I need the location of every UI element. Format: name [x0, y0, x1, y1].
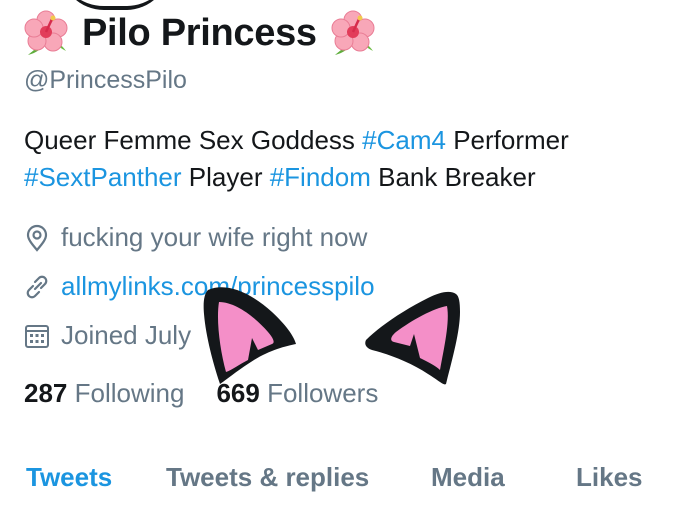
bio-text: Player [181, 162, 270, 192]
following-stat[interactable]: 287 Following [24, 378, 184, 409]
tab-tweets[interactable]: Tweets [26, 462, 112, 493]
hibiscus-icon [329, 9, 377, 57]
location-text: fucking your wife right now [61, 222, 368, 252]
hashtag-link[interactable]: #Findom [270, 162, 371, 192]
profile-location: fucking your wife right now [22, 222, 367, 253]
followers-stat[interactable]: 669 Followers [216, 378, 378, 409]
profile-stats: 287 Following 669 Followers [24, 378, 410, 409]
profile-name-row: Pilo Princess [22, 8, 377, 58]
hashtag-link[interactable]: #Cam4 [362, 125, 446, 155]
tab-likes[interactable]: Likes [576, 462, 643, 493]
profile-website[interactable]: allmylinks.com/princesspilo [22, 271, 375, 302]
following-count: 287 [24, 378, 68, 408]
followers-count: 669 [216, 378, 260, 408]
profile-handle: @PrincessPilo [24, 66, 187, 94]
followers-label: Followers [267, 378, 379, 408]
profile-bio: Queer Femme Sex Goddess #Cam4 Performer … [24, 122, 664, 196]
calendar-icon [22, 321, 52, 351]
following-label: Following [74, 378, 185, 408]
display-name: Pilo Princess [82, 11, 317, 54]
profile-joined: Joined July [22, 320, 191, 351]
hibiscus-icon [22, 9, 70, 57]
link-icon [22, 272, 52, 302]
bio-text: Queer Femme Sex Goddess [24, 125, 363, 155]
location-pin-icon [22, 223, 52, 253]
website-link[interactable]: allmylinks.com/princesspilo [61, 271, 375, 302]
bio-text: Bank Breaker [370, 162, 536, 192]
joined-text: Joined July [61, 320, 192, 350]
profile-tabs: Tweets Tweets & replies Media Likes [0, 462, 680, 506]
bio-text: Performer [445, 125, 569, 155]
tab-media[interactable]: Media [431, 462, 505, 493]
hashtag-link[interactable]: #SextPanther [24, 162, 182, 192]
tab-tweets-and-replies[interactable]: Tweets & replies [166, 462, 369, 493]
